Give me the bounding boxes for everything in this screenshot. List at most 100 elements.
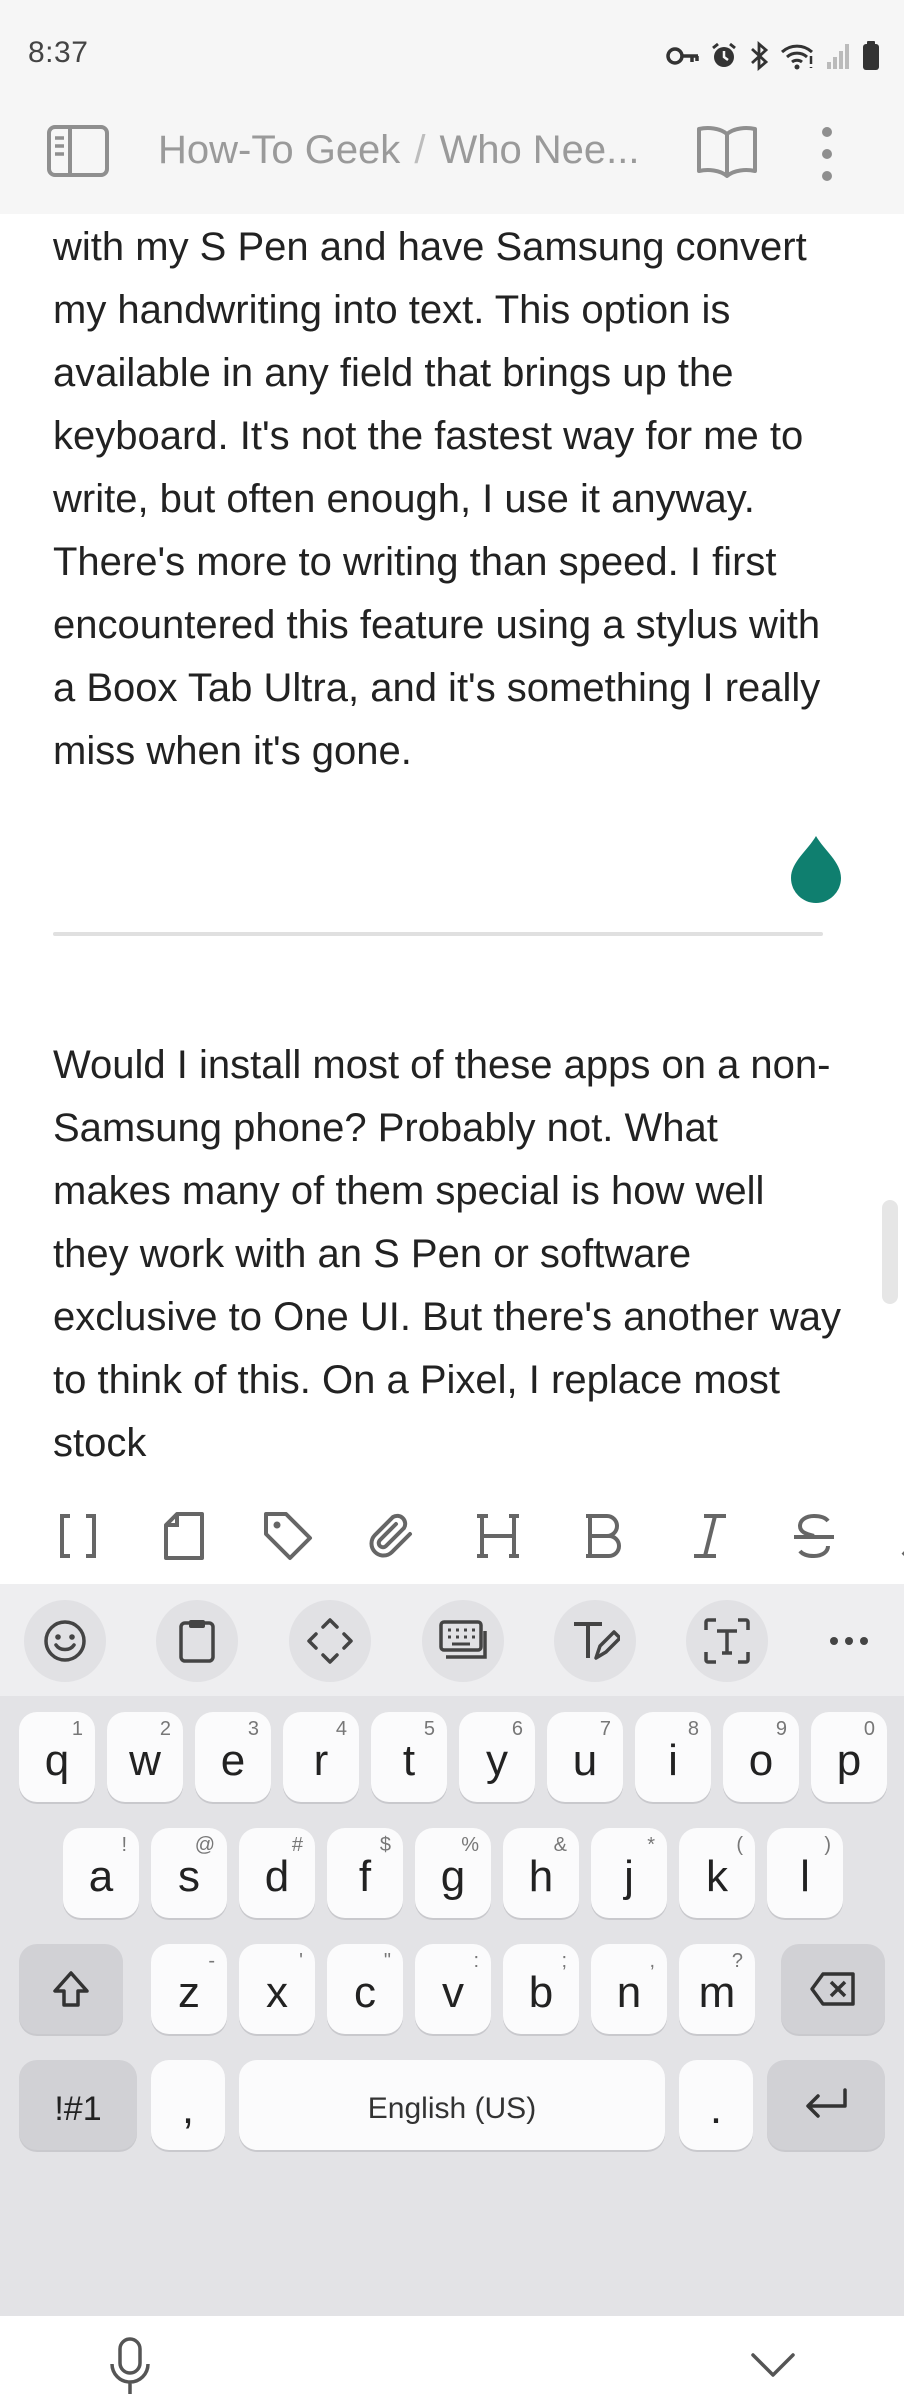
reading-view-button[interactable] bbox=[696, 124, 758, 178]
key-hint: , bbox=[649, 1950, 655, 1972]
key-y[interactable]: y6 bbox=[459, 1712, 535, 1802]
voice-input-button[interactable] bbox=[108, 2336, 152, 2398]
shift-key[interactable] bbox=[19, 1944, 123, 2034]
keyboard-mode-button[interactable] bbox=[422, 1600, 504, 1682]
key-hint: : bbox=[473, 1950, 479, 1972]
breadcrumb-note[interactable]: Who Nee... bbox=[439, 128, 639, 173]
note-editor[interactable]: with my S Pen and have Samsung convert m… bbox=[0, 214, 904, 1490]
key-e[interactable]: e3 bbox=[195, 1712, 271, 1802]
key-a[interactable]: a! bbox=[63, 1828, 139, 1918]
wifi-icon bbox=[780, 42, 816, 70]
handwriting-button[interactable] bbox=[554, 1600, 636, 1682]
key-label: y bbox=[486, 1736, 508, 1785]
key-u[interactable]: u7 bbox=[547, 1712, 623, 1802]
format-toolbar bbox=[0, 1490, 904, 1584]
enter-icon bbox=[806, 2088, 847, 2118]
key-c[interactable]: c " bbox=[327, 1944, 403, 2034]
heading-button[interactable] bbox=[470, 1508, 526, 1564]
file-button[interactable] bbox=[156, 1508, 212, 1564]
battery-icon bbox=[862, 41, 880, 71]
key-r[interactable]: r4 bbox=[283, 1712, 359, 1802]
symbols-key[interactable]: !#1 bbox=[19, 2060, 137, 2150]
key-i[interactable]: i8 bbox=[635, 1712, 711, 1802]
emoji-icon bbox=[44, 1620, 86, 1662]
key-b[interactable]: b; bbox=[503, 1944, 579, 2034]
hide-keyboard-icon bbox=[751, 2353, 795, 2377]
key-v[interactable]: v: bbox=[415, 1944, 491, 2034]
status-bar: 8:37 bbox=[0, 0, 904, 84]
backspace-key[interactable] bbox=[781, 1944, 885, 2034]
hide-keyboard-button[interactable] bbox=[750, 2350, 796, 2380]
key-label: w bbox=[129, 1736, 161, 1785]
key-f[interactable]: f $ bbox=[327, 1828, 403, 1918]
key-label: g bbox=[440, 1852, 466, 1901]
more-format-button[interactable] bbox=[880, 1508, 904, 1564]
keyboard-more-button[interactable] bbox=[808, 1600, 890, 1682]
key-t[interactable]: t5 bbox=[371, 1712, 447, 1802]
key-hint: 3 bbox=[247, 1718, 259, 1740]
bluetooth-icon bbox=[748, 41, 770, 71]
tag-button[interactable] bbox=[260, 1508, 316, 1564]
bold-button[interactable] bbox=[576, 1508, 632, 1564]
key-n[interactable]: n, bbox=[591, 1944, 667, 2034]
backspace-icon bbox=[810, 1972, 855, 2006]
key-w[interactable]: w2 bbox=[107, 1712, 183, 1802]
key-o[interactable]: o9 bbox=[723, 1712, 799, 1802]
clipboard-button[interactable] bbox=[156, 1600, 238, 1682]
key-label: d bbox=[264, 1852, 290, 1901]
key-s[interactable]: s @ bbox=[151, 1828, 227, 1918]
key-label: b bbox=[528, 1968, 554, 2017]
breadcrumb[interactable]: How-To Geek / Who Nee... bbox=[158, 124, 658, 176]
attachment-button[interactable] bbox=[364, 1508, 420, 1564]
key-j[interactable]: j * bbox=[591, 1828, 667, 1918]
key-hint: ) bbox=[824, 1834, 831, 1856]
space-label: English (US) bbox=[367, 2092, 537, 2125]
text-editing-button[interactable] bbox=[289, 1600, 371, 1682]
key-z[interactable]: z- bbox=[151, 1944, 227, 2034]
brackets-icon bbox=[60, 1514, 96, 1558]
more-options-button[interactable] bbox=[812, 124, 842, 184]
breadcrumb-vault[interactable]: How-To Geek bbox=[158, 128, 400, 173]
key-label: h bbox=[528, 1852, 554, 1901]
key-label: l bbox=[800, 1852, 810, 1901]
keys-area: q1 w2 e3 r4 t5 y6 u7 i8 o9 p0 a! s @ d # f… bbox=[0, 1696, 904, 2394]
key-hint: - bbox=[208, 1950, 215, 1972]
comma-key[interactable]: , bbox=[151, 2060, 225, 2150]
text-extraction-button[interactable] bbox=[686, 1600, 768, 1682]
key-label: r bbox=[313, 1736, 329, 1785]
app-bar: How-To Geek / Who Nee... bbox=[0, 84, 904, 214]
scrollbar-thumb[interactable] bbox=[882, 1200, 898, 1304]
key-p[interactable]: p0 bbox=[811, 1712, 887, 1802]
key-label: j bbox=[624, 1852, 634, 1901]
sidebar-toggle-button[interactable] bbox=[46, 124, 110, 178]
wikilink-button[interactable] bbox=[50, 1508, 106, 1564]
key-hint: @ bbox=[194, 1834, 215, 1856]
key-label: a bbox=[88, 1852, 114, 1901]
enter-key[interactable] bbox=[767, 2060, 885, 2150]
strikethrough-icon bbox=[794, 1513, 834, 1559]
key-hint: 0 bbox=[863, 1718, 875, 1740]
key-m[interactable]: m? bbox=[679, 1944, 755, 2034]
key-h[interactable]: h & bbox=[503, 1828, 579, 1918]
signal-icon bbox=[826, 42, 852, 70]
text-cursor-handle[interactable] bbox=[788, 834, 844, 906]
period-key[interactable]: . bbox=[679, 2060, 753, 2150]
emoji-button[interactable] bbox=[24, 1600, 106, 1682]
paragraph-conclusion[interactable]: Would I install most of these apps on a … bbox=[53, 1034, 843, 1475]
keyboard-toolbar bbox=[0, 1584, 904, 1696]
key-hint: ' bbox=[299, 1950, 303, 1972]
key-label: o bbox=[748, 1736, 774, 1785]
alarm-icon bbox=[710, 42, 738, 70]
key-k[interactable]: k( bbox=[679, 1828, 755, 1918]
key-hint: 4 bbox=[335, 1718, 347, 1740]
italic-button[interactable] bbox=[682, 1508, 738, 1564]
key-x[interactable]: x ' bbox=[239, 1944, 315, 2034]
key-l[interactable]: l) bbox=[767, 1828, 843, 1918]
key-q[interactable]: q1 bbox=[19, 1712, 95, 1802]
key-d[interactable]: d # bbox=[239, 1828, 315, 1918]
key-hint: " bbox=[383, 1950, 391, 1972]
strikethrough-button[interactable] bbox=[786, 1508, 842, 1564]
key-g[interactable]: g% bbox=[415, 1828, 491, 1918]
paragraph-handwriting[interactable]: with my S Pen and have Samsung convert m… bbox=[53, 216, 843, 783]
space-bar[interactable]: English (US) bbox=[239, 2060, 665, 2150]
